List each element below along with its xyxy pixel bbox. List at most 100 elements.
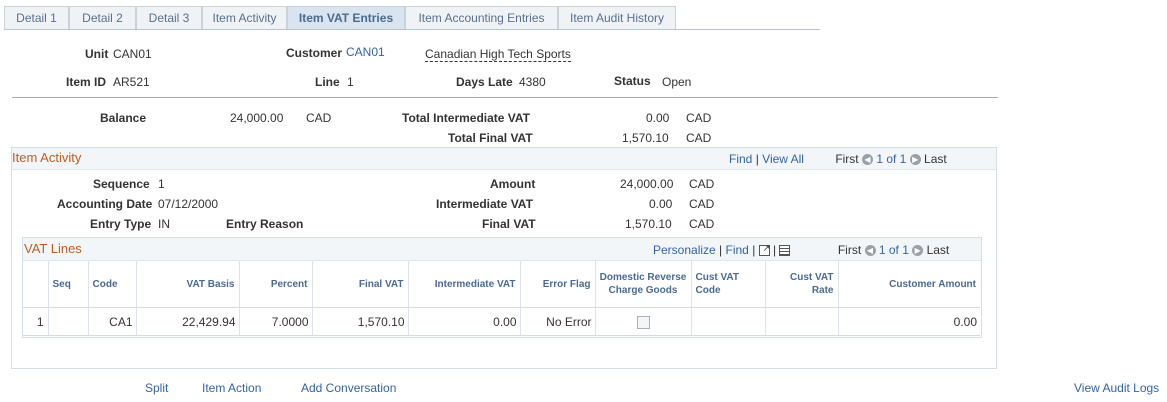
domestic-reverse-charge-checkbox[interactable] bbox=[636, 315, 650, 329]
row-number-header bbox=[23, 261, 49, 308]
cell-customer-amount: 0.00 bbox=[838, 307, 980, 336]
tab-underline bbox=[4, 29, 820, 30]
intermediate-vat-label: Intermediate VAT bbox=[436, 197, 533, 211]
amount-currency: CAD bbox=[689, 177, 715, 191]
arrow-left-icon[interactable]: ◀ bbox=[861, 154, 873, 166]
unit-label: Unit bbox=[85, 47, 109, 61]
last-label: Last bbox=[926, 243, 950, 257]
item-action-link[interactable]: Item Action bbox=[202, 381, 261, 395]
col-percent[interactable]: Percent bbox=[239, 261, 313, 308]
tab-item-audit-history[interactable]: Item Audit History bbox=[558, 6, 676, 29]
balance-value: 24,000.00 bbox=[230, 111, 284, 125]
row-number: 1 bbox=[23, 307, 49, 336]
nav-separator: | bbox=[773, 243, 777, 257]
nav-separator: | bbox=[755, 152, 759, 166]
customer-link[interactable]: CAN01 bbox=[346, 45, 385, 59]
entry-type-value: IN bbox=[158, 217, 170, 231]
vat-lines-nav: Personalize | Find | ↗ | First ◀ 1 of 1 … bbox=[653, 243, 949, 257]
total-intermediate-vat-value: 0.00 bbox=[646, 111, 670, 125]
total-intermediate-vat-label: Total Intermediate VAT bbox=[402, 111, 531, 125]
balance-label: Balance bbox=[100, 111, 147, 125]
final-vat-value: 1,570.10 bbox=[625, 217, 672, 231]
tab-detail-1[interactable]: Detail 1 bbox=[4, 6, 69, 29]
find-link[interactable]: Find bbox=[729, 152, 752, 166]
col-vat-basis[interactable]: VAT Basis bbox=[136, 261, 240, 308]
col-final-vat[interactable]: Final VAT bbox=[312, 261, 409, 308]
amount-value: 24,000.00 bbox=[620, 177, 674, 191]
total-final-vat-value: 1,570.10 bbox=[622, 131, 669, 145]
find-link[interactable]: Find bbox=[726, 243, 749, 257]
arrow-right-icon[interactable]: ▶ bbox=[912, 245, 924, 257]
amount-label: Amount bbox=[490, 177, 536, 191]
days-late-value: 4380 bbox=[519, 75, 546, 89]
vat-lines-title: VAT Lines bbox=[24, 241, 82, 256]
total-final-vat-currency: CAD bbox=[686, 131, 712, 145]
nav-separator: | bbox=[752, 243, 756, 257]
tab-item-vat-entries[interactable]: Item VAT Entries bbox=[287, 6, 405, 29]
customer-name[interactable]: Canadian High Tech Sports bbox=[425, 47, 571, 62]
total-intermediate-vat-currency: CAD bbox=[686, 111, 712, 125]
add-conversation-link[interactable]: Add Conversation bbox=[301, 381, 396, 395]
status-label: Status bbox=[614, 74, 651, 88]
last-label: Last bbox=[924, 152, 947, 166]
entry-type-label: Entry Type bbox=[90, 217, 152, 231]
arrow-right-icon[interactable]: ▶ bbox=[909, 154, 921, 166]
intermediate-vat-value: 0.00 bbox=[649, 197, 673, 211]
arrow-left-icon[interactable]: ◀ bbox=[864, 245, 876, 257]
table-row: 1 CA1 22,429.94 7.0000 1,570.10 0.00 No … bbox=[23, 307, 980, 336]
item-activity-nav: Find | View All First ◀ 1 of 1 ▶ Last bbox=[729, 152, 947, 166]
status-value: Open bbox=[662, 75, 692, 89]
col-cust-vat-code[interactable]: Cust VAT Code bbox=[691, 261, 766, 308]
cell-seq bbox=[48, 307, 89, 336]
sequence-value: 1 bbox=[158, 177, 165, 191]
col-error-flag[interactable]: Error Flag bbox=[520, 261, 596, 308]
nav-separator: | bbox=[719, 243, 723, 257]
balance-currency: CAD bbox=[306, 111, 332, 125]
cell-percent: 7.0000 bbox=[239, 307, 313, 336]
line-value: 1 bbox=[347, 75, 354, 89]
days-late-label: Days Late bbox=[456, 75, 513, 89]
grid-header-row: Seq Code VAT Basis Percent Final VAT Int… bbox=[23, 261, 980, 308]
cell-vat-basis: 22,429.94 bbox=[136, 307, 240, 336]
col-cust-vat-rate[interactable]: Cust VAT Rate bbox=[765, 261, 839, 308]
first-label: First bbox=[835, 152, 859, 166]
view-audit-logs-link[interactable]: View Audit Logs bbox=[1074, 381, 1159, 395]
vat-lines-grid: Seq Code VAT Basis Percent Final VAT Int… bbox=[23, 261, 980, 336]
entry-reason-label: Entry Reason bbox=[226, 217, 304, 231]
unit-value: CAN01 bbox=[113, 47, 152, 61]
col-intermediate-vat[interactable]: Intermediate VAT bbox=[408, 261, 521, 308]
sequence-label: Sequence bbox=[93, 177, 150, 191]
item-activity-title: Item Activity bbox=[12, 150, 82, 165]
customer-label: Customer bbox=[286, 46, 343, 60]
accounting-date-label: Accounting Date bbox=[57, 197, 153, 211]
col-domestic-reverse-charge[interactable]: Domestic Reverse Charge Goods bbox=[595, 261, 692, 308]
cell-intermediate-vat: 0.00 bbox=[408, 307, 521, 336]
cell-final-vat: 1,570.10 bbox=[312, 307, 409, 336]
final-vat-label: Final VAT bbox=[482, 217, 536, 231]
cell-domestic-reverse-charge bbox=[595, 307, 692, 336]
row-range: 1 of 1 bbox=[876, 152, 907, 166]
row-range: 1 of 1 bbox=[878, 243, 909, 257]
col-customer-amount[interactable]: Customer Amount bbox=[838, 261, 980, 308]
tab-item-accounting-entries[interactable]: Item Accounting Entries bbox=[405, 6, 558, 29]
first-label: First bbox=[837, 243, 862, 257]
new-window-icon[interactable]: ↗ bbox=[758, 244, 770, 257]
cell-cust-vat-rate bbox=[765, 307, 839, 336]
tab-item-activity[interactable]: Item Activity bbox=[202, 6, 287, 29]
tab-detail-2[interactable]: Detail 2 bbox=[69, 6, 136, 29]
header-divider bbox=[12, 97, 998, 98]
intermediate-vat-currency: CAD bbox=[689, 197, 715, 211]
split-link[interactable]: Split bbox=[145, 381, 168, 395]
final-vat-currency: CAD bbox=[689, 217, 715, 231]
view-all-link[interactable]: View All bbox=[762, 152, 804, 166]
cell-error-flag: No Error bbox=[520, 307, 596, 336]
col-seq[interactable]: Seq bbox=[48, 261, 89, 308]
accounting-date-value: 07/12/2000 bbox=[158, 197, 219, 211]
cell-code: CA1 bbox=[88, 307, 137, 336]
tab-detail-3[interactable]: Detail 3 bbox=[136, 6, 202, 29]
col-code[interactable]: Code bbox=[88, 261, 137, 308]
cell-cust-vat-code bbox=[691, 307, 766, 336]
item-id-label: Item ID bbox=[66, 75, 107, 89]
personalize-link[interactable]: Personalize bbox=[653, 243, 716, 257]
grid-download-icon[interactable] bbox=[779, 245, 791, 257]
